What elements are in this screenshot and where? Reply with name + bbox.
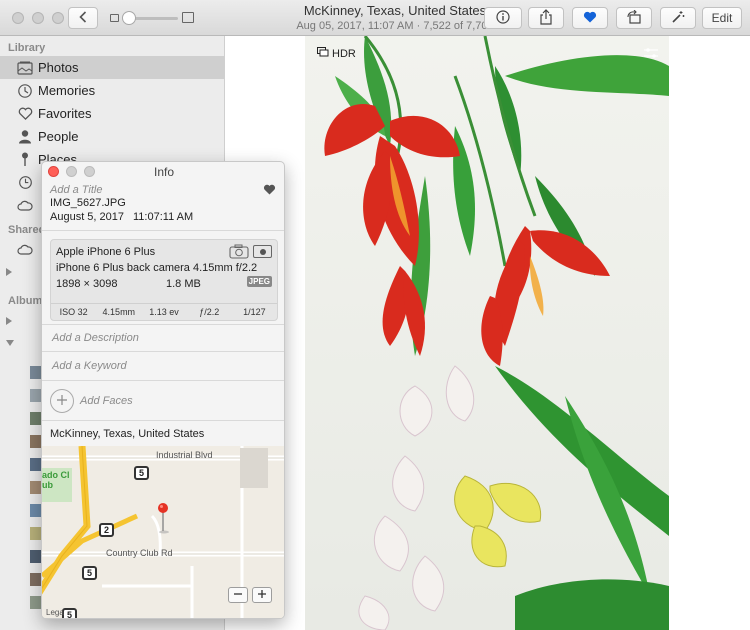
share-icon bbox=[539, 8, 553, 28]
info-icon bbox=[496, 9, 510, 27]
route-shield: 5 bbox=[62, 608, 77, 618]
pin-icon bbox=[17, 152, 33, 168]
disclosure-triangle-icon[interactable] bbox=[6, 317, 12, 325]
sidebar-item-label: Memories bbox=[38, 83, 96, 98]
keyword-field[interactable]: Add a Keyword bbox=[52, 360, 127, 372]
sidebar-item-memories[interactable]: Memories bbox=[0, 79, 224, 102]
heart-filled-icon bbox=[583, 11, 597, 26]
road-label-country-club-rd: Country Club Rd bbox=[106, 548, 173, 558]
file-size: 1.8 MB bbox=[166, 278, 201, 290]
chevron-left-icon bbox=[79, 10, 87, 26]
zoom-in-button[interactable] bbox=[252, 587, 272, 603]
format-badge: JPEG bbox=[246, 276, 272, 287]
magic-wand-icon bbox=[671, 10, 685, 27]
road-label-industrial-blvd: Industrial Blvd bbox=[156, 450, 213, 460]
legal-link[interactable]: Lega bbox=[46, 608, 64, 617]
exif-row: ISO 32 4.15mm 1.13 ev ƒ/2.2 1/127 bbox=[51, 303, 277, 321]
heart-icon bbox=[17, 106, 33, 122]
zoom-window-button[interactable] bbox=[52, 12, 64, 24]
route-shield: 5 bbox=[82, 566, 97, 580]
divider bbox=[42, 230, 284, 231]
record-icon bbox=[253, 245, 272, 258]
zoom-out-button[interactable] bbox=[228, 587, 248, 603]
exposure-value: 1.13 ev bbox=[149, 307, 179, 317]
edit-button[interactable]: Edit bbox=[702, 7, 742, 29]
camera-icon bbox=[229, 244, 249, 262]
cloud-icon bbox=[17, 198, 33, 214]
divider bbox=[42, 324, 284, 325]
back-button[interactable] bbox=[68, 7, 98, 29]
sidebar-item-people[interactable]: People bbox=[0, 125, 224, 148]
camera-model: Apple iPhone 6 Plus bbox=[56, 246, 156, 258]
sidebar-item-photos[interactable]: Photos bbox=[0, 56, 224, 79]
plus-icon bbox=[57, 394, 67, 408]
flower-photo bbox=[305, 36, 669, 630]
location-map[interactable]: Industrial Blvd Country Club Rd ado Club… bbox=[42, 446, 284, 618]
disclosure-triangle-expanded-icon[interactable] bbox=[6, 340, 14, 346]
divider bbox=[42, 380, 284, 381]
large-image-icon bbox=[182, 12, 194, 23]
photo-viewer[interactable] bbox=[305, 36, 669, 630]
iso-value: ISO 32 bbox=[59, 307, 88, 317]
clock-icon bbox=[17, 175, 33, 191]
sidebar-item-label: Favorites bbox=[38, 106, 92, 121]
cloud-icon bbox=[17, 242, 33, 258]
description-field[interactable]: Add a Description bbox=[52, 332, 139, 344]
hdr-icon bbox=[317, 47, 329, 60]
route-shield: 5 bbox=[134, 466, 149, 480]
disclosure-triangle-icon[interactable] bbox=[6, 268, 12, 276]
hdr-badge: HDR bbox=[317, 47, 356, 60]
focal-length: 4.15mm bbox=[102, 307, 136, 317]
divider bbox=[42, 351, 284, 352]
slider-knob[interactable] bbox=[122, 11, 136, 25]
divider bbox=[42, 420, 284, 421]
add-faces-button[interactable] bbox=[50, 389, 74, 413]
camera-info-box: Apple iPhone 6 Plus iPhone 6 Plus back c… bbox=[50, 239, 278, 321]
sidebar-item-label: People bbox=[38, 129, 79, 144]
sidebar-item-favorites[interactable]: Favorites bbox=[0, 102, 224, 125]
title-field[interactable]: Add a Title bbox=[50, 184, 103, 196]
photos-icon bbox=[17, 60, 33, 76]
rotate-icon bbox=[626, 9, 642, 27]
favorite-button[interactable] bbox=[572, 7, 608, 29]
sidebar-item-label: Photos bbox=[38, 60, 79, 75]
map-pin-icon[interactable] bbox=[156, 502, 170, 537]
close-window-button[interactable] bbox=[12, 12, 24, 24]
aperture-value: ƒ/2.2 bbox=[199, 307, 220, 317]
info-panel: Info Add a Title IMG_5627.JPG August 5, … bbox=[41, 161, 285, 619]
photos-window: McKinney, Texas, United States Aug 05, 2… bbox=[0, 0, 750, 630]
info-title: Info bbox=[153, 165, 174, 179]
heart-icon[interactable] bbox=[263, 184, 276, 198]
minimize-window-button[interactable] bbox=[32, 12, 44, 24]
library-header: Library bbox=[8, 42, 46, 54]
info-button[interactable] bbox=[484, 7, 522, 29]
zoom-slider[interactable] bbox=[110, 10, 194, 26]
filename: IMG_5627.JPG bbox=[50, 197, 126, 209]
add-faces-label[interactable]: Add Faces bbox=[80, 395, 133, 407]
toolbar: McKinney, Texas, United States Aug 05, 2… bbox=[0, 0, 750, 36]
shared-header: Shared bbox=[8, 224, 46, 236]
adjustments-icon[interactable] bbox=[643, 47, 659, 62]
hdr-label: HDR bbox=[332, 47, 356, 60]
enhance-button[interactable] bbox=[660, 7, 696, 29]
share-button[interactable] bbox=[528, 7, 564, 29]
route-shield: 2 bbox=[99, 523, 114, 537]
person-icon bbox=[17, 129, 33, 145]
capture-date: August 5, 2017 bbox=[50, 211, 125, 223]
memories-icon bbox=[17, 83, 33, 99]
poi-label: ado Club bbox=[42, 470, 70, 490]
capture-time: 11:07:11 AM bbox=[133, 211, 194, 223]
lens-info: iPhone 6 Plus back camera 4.15mm f/2.2 bbox=[56, 262, 258, 274]
info-titlebar[interactable]: Info bbox=[42, 162, 284, 182]
rotate-button[interactable] bbox=[616, 7, 652, 29]
small-image-icon bbox=[110, 14, 119, 22]
location-name: McKinney, Texas, United States bbox=[50, 428, 205, 440]
image-dimensions: 1898 × 3098 bbox=[56, 278, 118, 290]
shutter-speed: 1/127 bbox=[243, 307, 266, 317]
